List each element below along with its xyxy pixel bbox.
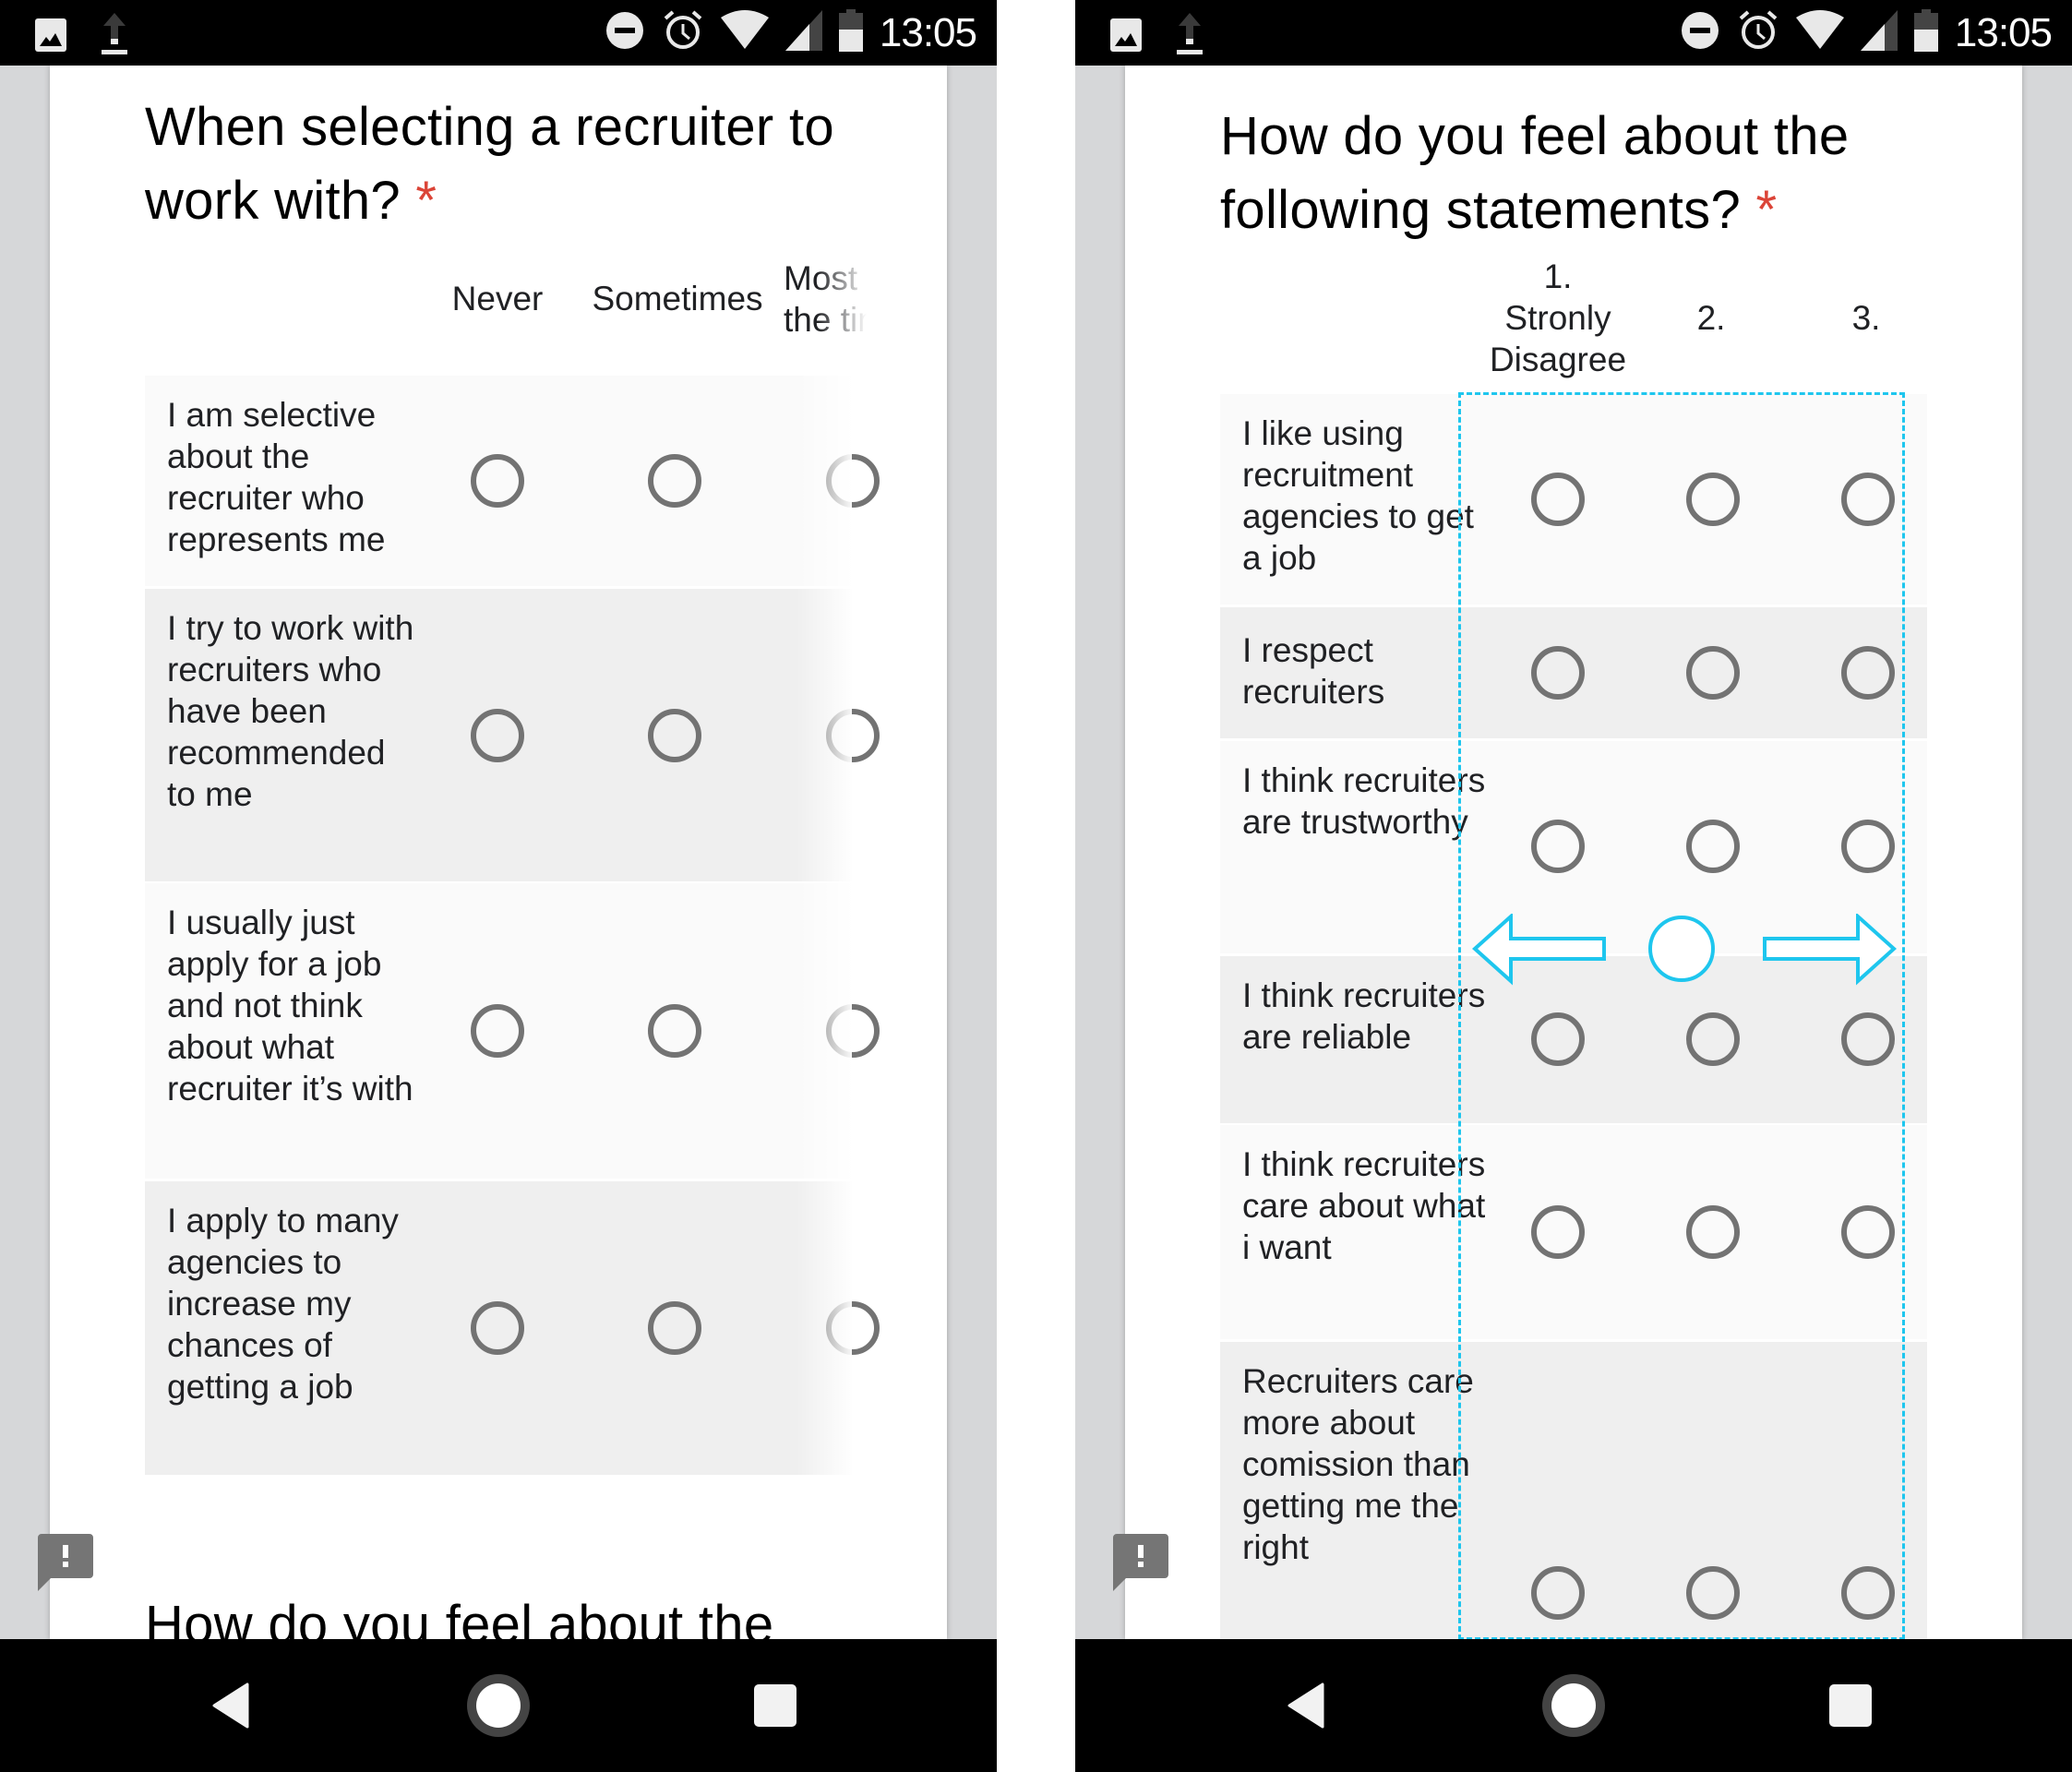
arrow-left-icon — [1472, 912, 1606, 986]
radio-option-1[interactable] — [1531, 820, 1585, 873]
radio-option-2[interactable] — [1686, 473, 1740, 526]
radio-sometimes[interactable] — [648, 1004, 701, 1058]
radio-option-3[interactable] — [1841, 1205, 1895, 1259]
do-not-disturb-icon — [1680, 10, 1720, 55]
grid-row: I like using recruitment agencies to get… — [1220, 394, 1927, 605]
radio-never[interactable] — [471, 1004, 524, 1058]
status-time: 13:05 — [879, 9, 977, 55]
feedback-icon[interactable] — [1113, 1534, 1168, 1596]
radio-option-3[interactable] — [1841, 1012, 1895, 1066]
row-label: I am selective about the recruiter who r… — [167, 396, 386, 558]
radio-option-2[interactable] — [1686, 646, 1740, 700]
wifi-icon — [1795, 10, 1844, 55]
radio-option-1[interactable] — [1531, 1205, 1585, 1259]
radio-option-1[interactable] — [1531, 1566, 1585, 1620]
radio-option-2[interactable] — [1686, 1012, 1740, 1066]
column-header-2: 2. — [1696, 299, 1726, 337]
recents-button[interactable] — [1827, 1639, 1874, 1772]
status-bar: 13:05 — [0, 0, 997, 66]
status-bar: 13:05 — [1075, 0, 2072, 66]
upload-icon — [102, 13, 127, 60]
radio-sometimes[interactable] — [648, 454, 701, 508]
wifi-icon — [720, 10, 769, 55]
row-label: I respect recruiters — [1242, 631, 1385, 711]
scroll-fade — [796, 376, 852, 586]
row-label: I try to work with recruiters who have b… — [167, 609, 414, 813]
column-header-3: 3. — [1851, 299, 1881, 337]
form-card: How do you feel about the following stat… — [1125, 66, 2022, 1639]
alarm-icon — [662, 9, 704, 56]
scroll-fade — [796, 589, 852, 881]
cell-signal-icon — [1860, 10, 1898, 55]
row-label: I like using recruitment agencies to get… — [1242, 414, 1474, 577]
upload-icon — [1177, 13, 1203, 60]
gallery-notification-icon — [1110, 15, 1142, 58]
row-label: Recruiters care more about comission tha… — [1242, 1362, 1474, 1566]
question-title: How do you feel about the following stat… — [1220, 106, 1850, 240]
required-marker: * — [415, 171, 437, 231]
question-title: When selecting a recruiter to work with?… — [145, 97, 834, 231]
grid-row: I apply to many agencies to increase my … — [145, 1181, 880, 1475]
home-button[interactable] — [464, 1639, 533, 1772]
alarm-icon — [1737, 9, 1779, 56]
phone-screen-left: 13:05 When selecting a recruiter to work… — [0, 0, 997, 1772]
recents-button[interactable] — [752, 1639, 798, 1772]
grid-row: I think recruiters care about what i wan… — [1220, 1125, 1927, 1339]
radio-option-2[interactable] — [1686, 1566, 1740, 1620]
next-question-title: How do you feel about the — [145, 1595, 774, 1639]
touch-point-icon — [1648, 916, 1715, 982]
radio-option-2[interactable] — [1686, 1205, 1740, 1259]
column-header-most-of-the-time: Mostthe time — [784, 259, 867, 339]
radio-option-1[interactable] — [1531, 473, 1585, 526]
battery-icon — [1913, 9, 1938, 56]
gallery-notification-icon — [35, 15, 66, 58]
battery-icon — [838, 9, 863, 56]
radio-sometimes[interactable] — [648, 1301, 701, 1355]
radio-never[interactable] — [471, 1301, 524, 1355]
scroll-fade — [796, 883, 852, 1179]
form-card: When selecting a recruiter to work with?… — [50, 66, 947, 1639]
home-button[interactable] — [1539, 1639, 1608, 1772]
cell-signal-icon — [784, 10, 822, 55]
do-not-disturb-icon — [605, 10, 645, 55]
radio-never[interactable] — [471, 454, 524, 508]
row-label: I think recruiters are reliable — [1242, 976, 1486, 1056]
grid-row: I try to work with recruiters who have b… — [145, 589, 880, 881]
grid-row: I respect recruiters — [1220, 607, 1927, 738]
grid-row: I usually just apply for a job and not t… — [145, 883, 880, 1179]
column-header-never: Never — [451, 280, 544, 317]
radio-option-2[interactable] — [1686, 820, 1740, 873]
scroll-fade — [796, 1181, 852, 1475]
required-marker: * — [1755, 180, 1778, 240]
radio-option-3[interactable] — [1841, 1566, 1895, 1620]
column-header-strongly-disagree: 1. Stronly Disagree — [1489, 257, 1627, 378]
navigation-bar — [0, 1639, 997, 1772]
radio-option-3[interactable] — [1841, 473, 1895, 526]
grid-row: I am selective about the recruiter who r… — [145, 376, 880, 586]
radio-never[interactable] — [471, 709, 524, 762]
back-button[interactable] — [203, 1639, 258, 1772]
radio-option-1[interactable] — [1531, 1012, 1585, 1066]
row-label: I think recruiters are trustworthy — [1242, 761, 1486, 841]
radio-option-3[interactable] — [1841, 820, 1895, 873]
row-label: I apply to many agencies to increase my … — [167, 1202, 399, 1406]
phone-screen-right: 13:05 How do you feel about the followin… — [1075, 0, 2072, 1772]
status-time: 13:05 — [1954, 9, 2053, 55]
row-label: I usually just apply for a job and not t… — [167, 904, 413, 1108]
back-button[interactable] — [1278, 1639, 1334, 1772]
radio-option-1[interactable] — [1531, 646, 1585, 700]
column-header-sometimes: Sometimes — [592, 280, 763, 317]
swipe-hint — [1472, 912, 1897, 992]
navigation-bar — [1075, 1639, 2072, 1772]
arrow-right-icon — [1763, 912, 1897, 986]
row-label: I think recruiters care about what i wan… — [1242, 1145, 1486, 1266]
grid-row: Recruiters care more about comission tha… — [1220, 1342, 1927, 1639]
radio-sometimes[interactable] — [648, 709, 701, 762]
radio-option-3[interactable] — [1841, 646, 1895, 700]
feedback-icon[interactable] — [38, 1534, 93, 1596]
